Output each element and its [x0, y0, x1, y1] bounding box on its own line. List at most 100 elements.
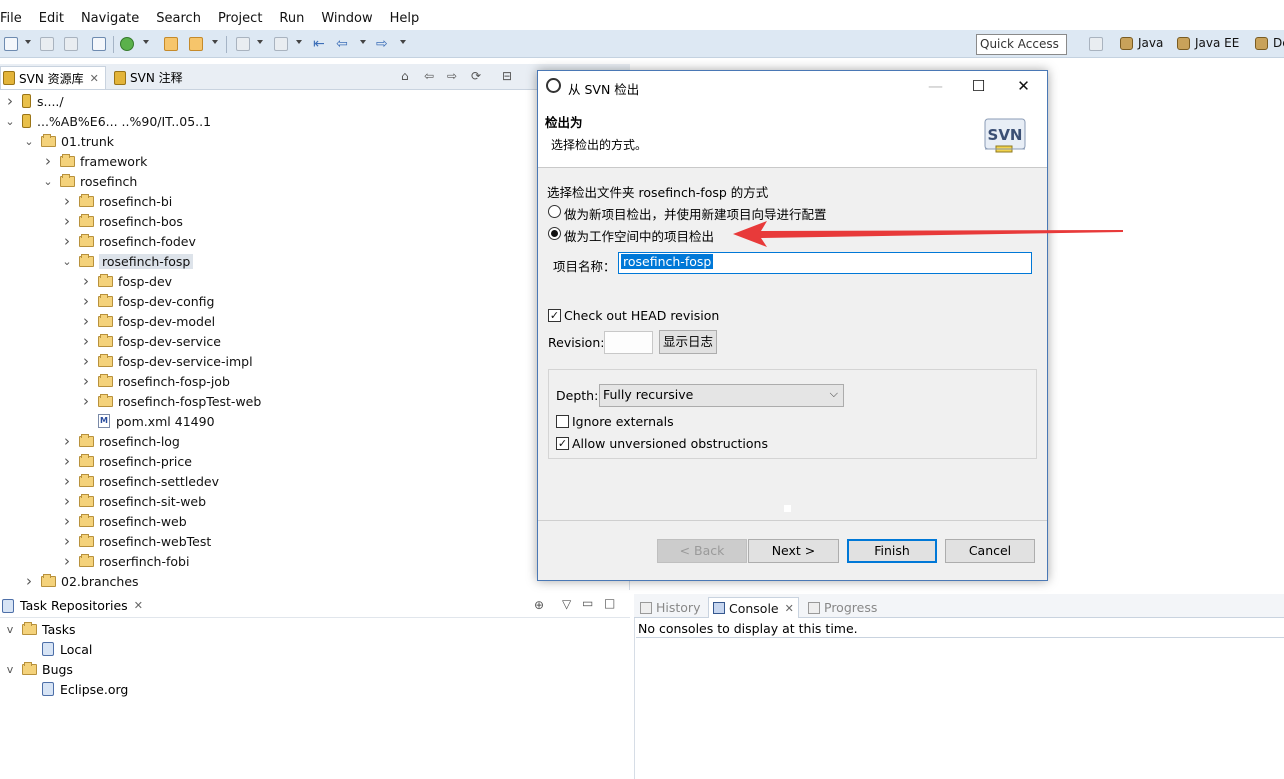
minimize-button[interactable]: —: [913, 71, 958, 101]
tab-history[interactable]: History: [640, 597, 700, 618]
next-button[interactable]: Next >: [748, 539, 839, 563]
chevron-right-icon[interactable]: ›: [80, 332, 92, 350]
chevron-right-icon[interactable]: ›: [61, 232, 73, 250]
minimize-icon[interactable]: ▭: [582, 596, 593, 610]
tree-item[interactable]: › rosefinch-bos: [61, 211, 183, 231]
chevron-down-icon[interactable]: ⌄: [61, 255, 73, 268]
run-dropdown-icon[interactable]: [143, 40, 149, 44]
tree-item[interactable]: › rosefinch-bi: [61, 191, 172, 211]
open-console-icon[interactable]: [92, 37, 106, 51]
perspective-java[interactable]: Java: [1120, 36, 1163, 50]
radio-workspace-project[interactable]: [548, 227, 561, 240]
tree-item[interactable]: › rosefinch-log: [61, 431, 180, 451]
open-task-icon[interactable]: [189, 37, 203, 51]
forward-icon[interactable]: ⇨: [447, 69, 457, 83]
tree-item[interactable]: ⌄ ...%AB%E6... ..%90/IT..05..1: [4, 111, 211, 131]
allow-unversioned-checkbox[interactable]: ✓: [556, 437, 569, 450]
chevron-right-icon[interactable]: ›: [4, 92, 16, 110]
menu-edit[interactable]: Edit: [39, 11, 64, 26]
menu-window[interactable]: Window: [321, 11, 372, 26]
chevron-right-icon[interactable]: ›: [80, 312, 92, 330]
tab-progress[interactable]: Progress: [808, 597, 877, 618]
tree-item[interactable]: › rosefinch-web: [61, 511, 187, 531]
new-icon[interactable]: [4, 37, 18, 51]
ignore-externals-label[interactable]: Ignore externals: [572, 414, 674, 429]
add-repository-icon[interactable]: ⊕: [534, 598, 544, 612]
tree-item[interactable]: › rosefinch-webTest: [61, 531, 211, 551]
new-dropdown-icon[interactable]: [25, 40, 31, 44]
tree-item[interactable]: ⌄ rosefinch-fosp: [61, 251, 194, 271]
chevron-right-icon[interactable]: ›: [61, 192, 73, 210]
tree-item[interactable]: › rosefinch-settledev: [61, 471, 219, 491]
perspective-debug[interactable]: De: [1255, 36, 1284, 50]
close-icon[interactable]: ✕: [134, 599, 143, 612]
chevron-right-icon[interactable]: ›: [80, 392, 92, 410]
menu-navigate[interactable]: Navigate: [81, 11, 139, 26]
tree-item[interactable]: › s..../: [4, 91, 64, 111]
chevron-down-icon[interactable]: ⌄: [42, 175, 54, 188]
chevron-right-icon[interactable]: ›: [61, 452, 73, 470]
chevron-right-icon[interactable]: ›: [61, 432, 73, 450]
menu-file[interactable]: File: [0, 11, 22, 26]
tree-item[interactable]: › fosp-dev-service-impl: [80, 351, 253, 371]
view-menu-icon[interactable]: ▽: [562, 597, 571, 611]
collapse-all-icon[interactable]: ⊟: [502, 69, 512, 83]
tree-item[interactable]: › rosefinch-sit-web: [61, 491, 206, 511]
chevron-right-icon[interactable]: ›: [80, 272, 92, 290]
close-icon[interactable]: ✕: [90, 72, 99, 85]
tree-item[interactable]: › 02.branches: [23, 571, 139, 591]
tree-item[interactable]: › fosp-dev-config: [80, 291, 214, 311]
tree-item[interactable]: ⌄ rosefinch: [42, 171, 137, 191]
tree-item[interactable]: Mpom.xml 41490: [80, 411, 215, 431]
open-type-icon[interactable]: [164, 37, 178, 51]
maximize-icon[interactable]: □: [604, 596, 615, 610]
chevron-right-icon[interactable]: ›: [61, 492, 73, 510]
close-button[interactable]: ✕: [1001, 71, 1046, 101]
project-name-input[interactable]: rosefinch-fosp: [618, 252, 1032, 274]
last-edit-icon[interactable]: ⇤: [313, 37, 327, 51]
task-repo-tasks[interactable]: v Tasks: [4, 619, 76, 639]
tree-item[interactable]: › rosefinch-fodev: [61, 231, 196, 251]
tab-task-repositories[interactable]: Task Repositories ✕: [2, 598, 143, 613]
next-annotation-dropdown-icon[interactable]: [257, 40, 263, 44]
checkout-head-label[interactable]: Check out HEAD revision: [564, 308, 719, 323]
forward-dropdown-icon[interactable]: [400, 40, 406, 44]
prev-annotation-icon[interactable]: [274, 37, 288, 51]
tree-item[interactable]: ⌄ 01.trunk: [23, 131, 114, 151]
radio-workspace-project-label[interactable]: 做为工作空间中的项目检出: [564, 226, 714, 245]
task-repo-local[interactable]: Local: [42, 639, 92, 659]
chevron-right-icon[interactable]: ›: [61, 532, 73, 550]
task-dropdown-icon[interactable]: [212, 40, 218, 44]
revision-input[interactable]: [604, 331, 653, 354]
task-repo-bugs[interactable]: v Bugs: [4, 659, 73, 679]
tree-item[interactable]: › fosp-dev-model: [80, 311, 215, 331]
menu-run[interactable]: Run: [279, 11, 304, 26]
save-icon[interactable]: [40, 37, 54, 51]
chevron-right-icon[interactable]: ›: [61, 212, 73, 230]
next-annotation-icon[interactable]: [236, 37, 250, 51]
chevron-down-icon[interactable]: v: [4, 663, 16, 676]
radio-new-project[interactable]: [548, 205, 561, 218]
tab-svn-annotate[interactable]: SVN 注释: [114, 66, 183, 89]
forward-icon[interactable]: ⇨: [376, 37, 390, 51]
tree-item[interactable]: › roserfinch-fobi: [61, 551, 189, 571]
chevron-right-icon[interactable]: ›: [80, 292, 92, 310]
refresh-icon[interactable]: ⟳: [471, 69, 481, 83]
open-perspective-icon[interactable]: [1089, 37, 1103, 51]
maximize-button[interactable]: ☐: [956, 71, 1001, 101]
tab-console[interactable]: Console ✕: [708, 597, 799, 618]
tree-item[interactable]: › rosefinch-price: [61, 451, 192, 471]
menu-search[interactable]: Search: [156, 11, 201, 26]
tree-item[interactable]: › rosefinch-fospTest-web: [80, 391, 261, 411]
chevron-right-icon[interactable]: ›: [23, 572, 35, 590]
chevron-right-icon[interactable]: ›: [61, 512, 73, 530]
back-icon[interactable]: ⇦: [336, 37, 350, 51]
tree-item[interactable]: › framework: [42, 151, 147, 171]
finish-button[interactable]: Finish: [847, 539, 937, 563]
tree-item[interactable]: › fosp-dev-service: [80, 331, 221, 351]
home-icon[interactable]: ⌂: [401, 69, 409, 83]
back-button[interactable]: < Back: [657, 539, 747, 563]
prev-annotation-dropdown-icon[interactable]: [296, 40, 302, 44]
menu-help[interactable]: Help: [390, 11, 420, 26]
chevron-right-icon[interactable]: ›: [80, 372, 92, 390]
